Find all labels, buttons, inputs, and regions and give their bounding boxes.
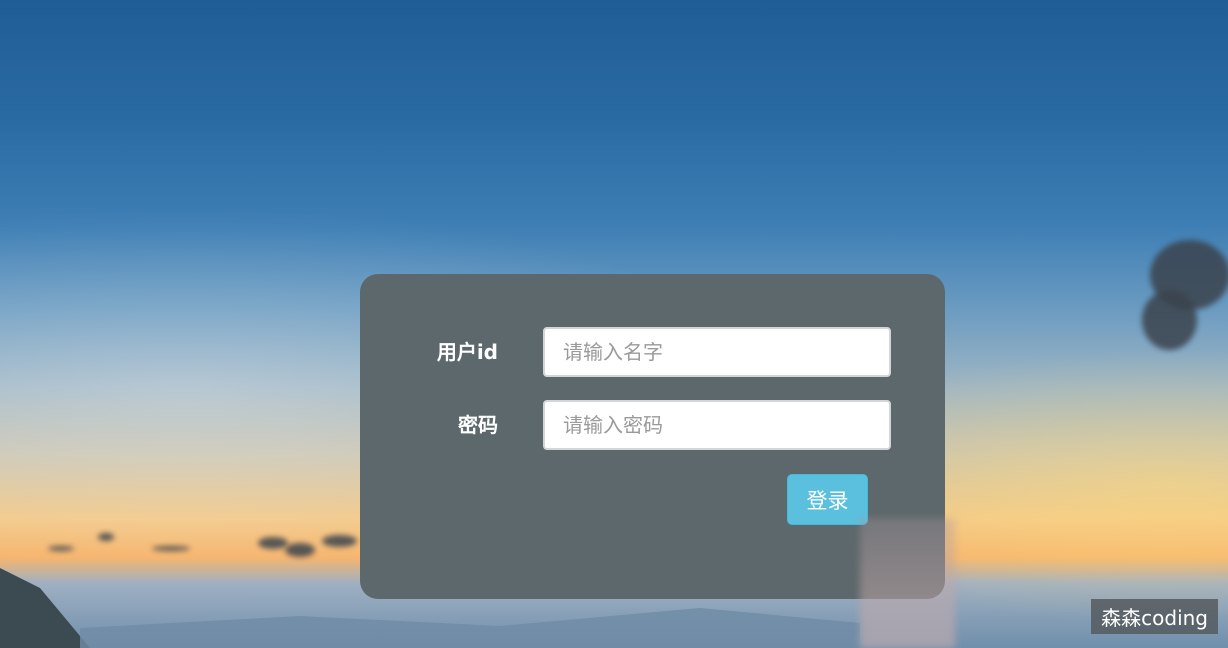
cloud-small-5 [48,546,74,551]
cloud-small-3 [322,535,357,547]
login-button[interactable]: 登录 [787,474,868,525]
cloud-small-1 [258,537,288,549]
user-id-row: 用户id [360,327,945,377]
watermark: 森森coding [1091,599,1218,634]
password-label: 密码 [458,413,498,437]
cloud-right-lower [1142,290,1197,350]
password-input[interactable] [543,400,891,450]
background-scene: 用户id 密码 登录 森森coding [0,0,1228,648]
cloud-small-2 [285,543,315,557]
user-id-input[interactable] [543,327,891,377]
password-row: 密码 [360,400,945,450]
user-id-label: 用户id [436,340,498,364]
login-card: 用户id 密码 登录 [360,274,945,599]
cloud-small-4 [98,533,114,541]
image-artifact [860,518,955,648]
cloud-small-6 [152,546,190,551]
